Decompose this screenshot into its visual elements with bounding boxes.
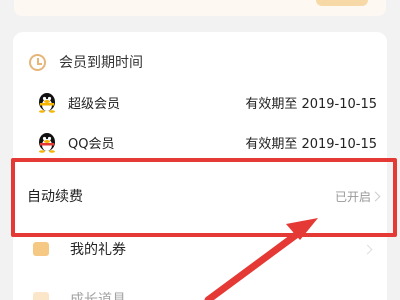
chevron-right-icon: [362, 244, 373, 254]
chevron-right-icon: [370, 191, 381, 201]
qq-penguin-icon: [39, 93, 55, 113]
auto-renew-label: 自动续费: [27, 189, 83, 205]
member-row-super: 超级会员 有效期至 2019-10-15: [13, 87, 387, 117]
auto-renew-status: 已开启: [334, 189, 371, 204]
member-expiry: 有效期至 2019-10-15: [245, 136, 377, 152]
section-title: 会员到期时间: [59, 55, 143, 71]
member-expiry: 有效期至 2019-10-15: [245, 96, 377, 112]
member-row-qq: QQ会员 有效期至 2019-10-15: [13, 127, 387, 157]
growth-row[interactable]: 成长道具: [13, 285, 387, 300]
clock-icon: [29, 53, 46, 71]
coupon-row[interactable]: 我的礼券: [13, 234, 387, 264]
top-card: [0, 0, 400, 18]
qq-penguin-icon: [39, 133, 55, 153]
auto-renew-row[interactable]: 自动续费 已开启: [13, 160, 387, 232]
growth-label: 成长道具: [70, 292, 126, 300]
section-header: 会员到期时间: [13, 48, 387, 76]
gift-icon: [33, 292, 49, 300]
coupon-label: 我的礼券: [70, 242, 126, 258]
coupon-icon: [33, 242, 49, 256]
member-name: QQ会员: [68, 136, 115, 152]
top-action-button[interactable]: [316, 0, 368, 6]
member-name: 超级会员: [68, 96, 121, 112]
